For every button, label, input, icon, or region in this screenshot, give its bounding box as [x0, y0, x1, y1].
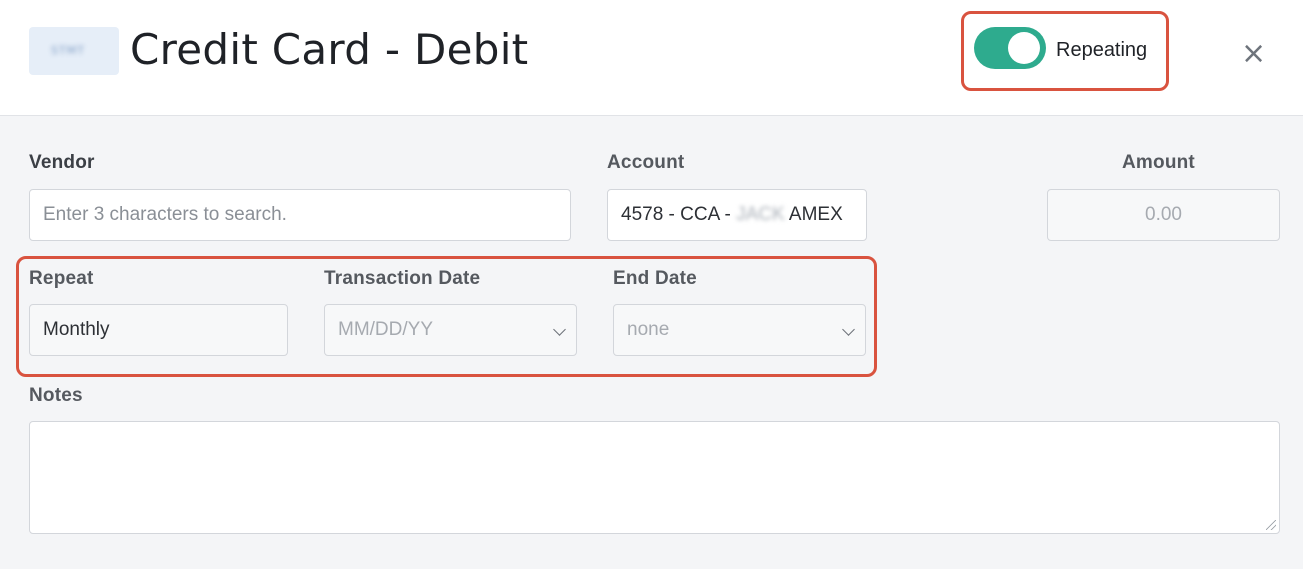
end-date-label: End Date [613, 268, 697, 289]
vendor-label: Vendor [29, 152, 95, 173]
account-label: Account [607, 152, 685, 173]
account-value-suffix: AMEX [784, 204, 843, 225]
amount-placeholder: 0.00 [1145, 204, 1182, 225]
account-field[interactable]: 4578 - CCA - JACK AMEX [607, 189, 867, 241]
repeat-value: Monthly [43, 319, 110, 340]
end-date-select[interactable]: none [613, 304, 866, 356]
resize-handle-icon[interactable] [1266, 520, 1276, 530]
company-logo: STMT [29, 27, 119, 75]
modal-title: Credit Card - Debit [130, 25, 529, 74]
account-redacted-name: JACK [736, 204, 785, 225]
amount-input[interactable]: 0.00 [1047, 189, 1280, 241]
chevron-down-icon [553, 323, 566, 336]
vendor-search-input[interactable]: Enter 3 characters to search. [29, 189, 571, 241]
repeating-toggle[interactable] [974, 27, 1046, 69]
account-value-prefix: 4578 - CCA - [621, 204, 737, 225]
transaction-date-select[interactable]: MM/DD/YY [324, 304, 577, 356]
modal-header: STMT Credit Card - Debit Repeating × [0, 0, 1303, 116]
chevron-down-icon [842, 323, 855, 336]
toggle-knob [1008, 32, 1040, 64]
amount-label: Amount [1122, 152, 1195, 173]
transaction-date-placeholder: MM/DD/YY [338, 319, 433, 340]
transaction-date-label: Transaction Date [324, 268, 481, 289]
repeat-label: Repeat [29, 268, 94, 289]
vendor-placeholder: Enter 3 characters to search. [43, 204, 287, 225]
close-icon[interactable]: × [1241, 39, 1266, 69]
end-date-value: none [627, 319, 670, 340]
notes-label: Notes [29, 385, 83, 406]
repeating-toggle-label: Repeating [1056, 39, 1148, 61]
notes-textarea[interactable] [29, 421, 1280, 534]
repeat-field[interactable]: Monthly [29, 304, 288, 356]
logo-text: STMT [51, 44, 85, 57]
